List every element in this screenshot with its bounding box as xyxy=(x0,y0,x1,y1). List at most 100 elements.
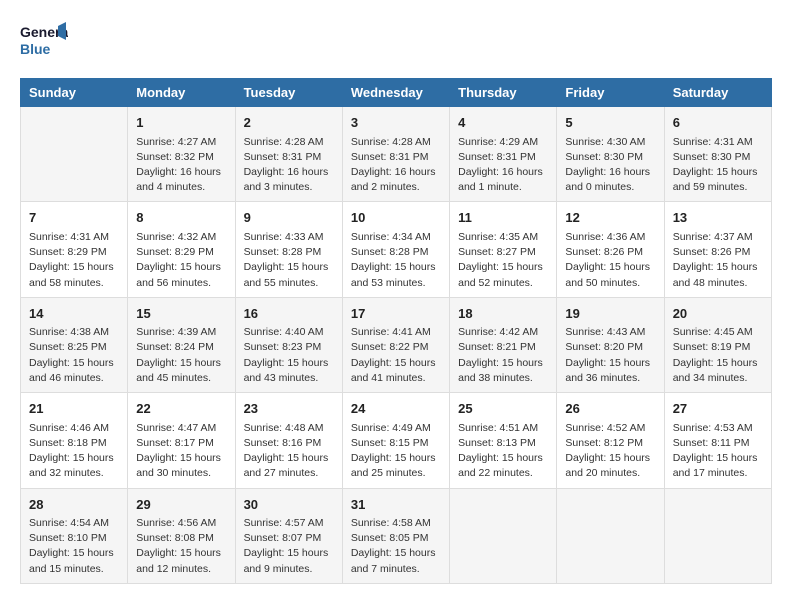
day-number: 31 xyxy=(351,495,441,515)
day-number: 18 xyxy=(458,304,548,324)
day-detail: Sunrise: 4:54 AMSunset: 8:10 PMDaylight:… xyxy=(29,516,119,577)
calendar-cell: 8Sunrise: 4:32 AMSunset: 8:29 PMDaylight… xyxy=(128,202,235,297)
calendar-cell: 28Sunrise: 4:54 AMSunset: 8:10 PMDayligh… xyxy=(21,488,128,583)
calendar-cell: 31Sunrise: 4:58 AMSunset: 8:05 PMDayligh… xyxy=(342,488,449,583)
calendar-cell: 24Sunrise: 4:49 AMSunset: 8:15 PMDayligh… xyxy=(342,393,449,488)
day-detail: Sunrise: 4:34 AMSunset: 8:28 PMDaylight:… xyxy=(351,230,441,291)
calendar-cell: 5Sunrise: 4:30 AMSunset: 8:30 PMDaylight… xyxy=(557,107,664,202)
calendar-week-3: 14Sunrise: 4:38 AMSunset: 8:25 PMDayligh… xyxy=(21,297,772,392)
header-row: SundayMondayTuesdayWednesdayThursdayFrid… xyxy=(21,79,772,107)
calendar-cell xyxy=(450,488,557,583)
day-number: 13 xyxy=(673,208,763,228)
day-number: 22 xyxy=(136,399,226,419)
calendar-cell: 19Sunrise: 4:43 AMSunset: 8:20 PMDayligh… xyxy=(557,297,664,392)
day-detail: Sunrise: 4:28 AMSunset: 8:31 PMDaylight:… xyxy=(351,135,441,196)
day-number: 5 xyxy=(565,113,655,133)
calendar-cell: 3Sunrise: 4:28 AMSunset: 8:31 PMDaylight… xyxy=(342,107,449,202)
day-detail: Sunrise: 4:52 AMSunset: 8:12 PMDaylight:… xyxy=(565,421,655,482)
calendar-cell xyxy=(21,107,128,202)
day-detail: Sunrise: 4:45 AMSunset: 8:19 PMDaylight:… xyxy=(673,325,763,386)
day-detail: Sunrise: 4:28 AMSunset: 8:31 PMDaylight:… xyxy=(244,135,334,196)
day-number: 24 xyxy=(351,399,441,419)
day-detail: Sunrise: 4:53 AMSunset: 8:11 PMDaylight:… xyxy=(673,421,763,482)
calendar-cell xyxy=(664,488,771,583)
day-detail: Sunrise: 4:56 AMSunset: 8:08 PMDaylight:… xyxy=(136,516,226,577)
day-number: 3 xyxy=(351,113,441,133)
column-header-tuesday: Tuesday xyxy=(235,79,342,107)
calendar-week-1: 1Sunrise: 4:27 AMSunset: 8:32 PMDaylight… xyxy=(21,107,772,202)
day-number: 23 xyxy=(244,399,334,419)
day-number: 20 xyxy=(673,304,763,324)
day-detail: Sunrise: 4:36 AMSunset: 8:26 PMDaylight:… xyxy=(565,230,655,291)
day-number: 11 xyxy=(458,208,548,228)
day-detail: Sunrise: 4:43 AMSunset: 8:20 PMDaylight:… xyxy=(565,325,655,386)
day-number: 10 xyxy=(351,208,441,228)
day-detail: Sunrise: 4:58 AMSunset: 8:05 PMDaylight:… xyxy=(351,516,441,577)
calendar-cell: 16Sunrise: 4:40 AMSunset: 8:23 PMDayligh… xyxy=(235,297,342,392)
calendar-cell: 22Sunrise: 4:47 AMSunset: 8:17 PMDayligh… xyxy=(128,393,235,488)
day-number: 7 xyxy=(29,208,119,228)
svg-text:Blue: Blue xyxy=(20,41,51,57)
day-number: 15 xyxy=(136,304,226,324)
day-detail: Sunrise: 4:41 AMSunset: 8:22 PMDaylight:… xyxy=(351,325,441,386)
calendar-cell: 1Sunrise: 4:27 AMSunset: 8:32 PMDaylight… xyxy=(128,107,235,202)
day-detail: Sunrise: 4:42 AMSunset: 8:21 PMDaylight:… xyxy=(458,325,548,386)
day-number: 16 xyxy=(244,304,334,324)
calendar-cell: 30Sunrise: 4:57 AMSunset: 8:07 PMDayligh… xyxy=(235,488,342,583)
logo: General Blue xyxy=(20,20,68,62)
day-number: 29 xyxy=(136,495,226,515)
day-detail: Sunrise: 4:27 AMSunset: 8:32 PMDaylight:… xyxy=(136,135,226,196)
day-detail: Sunrise: 4:49 AMSunset: 8:15 PMDaylight:… xyxy=(351,421,441,482)
day-detail: Sunrise: 4:38 AMSunset: 8:25 PMDaylight:… xyxy=(29,325,119,386)
day-number: 25 xyxy=(458,399,548,419)
day-number: 8 xyxy=(136,208,226,228)
day-number: 4 xyxy=(458,113,548,133)
day-number: 21 xyxy=(29,399,119,419)
day-number: 17 xyxy=(351,304,441,324)
day-number: 6 xyxy=(673,113,763,133)
calendar-cell: 26Sunrise: 4:52 AMSunset: 8:12 PMDayligh… xyxy=(557,393,664,488)
day-detail: Sunrise: 4:46 AMSunset: 8:18 PMDaylight:… xyxy=(29,421,119,482)
day-detail: Sunrise: 4:48 AMSunset: 8:16 PMDaylight:… xyxy=(244,421,334,482)
column-header-friday: Friday xyxy=(557,79,664,107)
day-number: 14 xyxy=(29,304,119,324)
calendar-cell: 12Sunrise: 4:36 AMSunset: 8:26 PMDayligh… xyxy=(557,202,664,297)
day-number: 19 xyxy=(565,304,655,324)
column-header-monday: Monday xyxy=(128,79,235,107)
calendar-cell: 13Sunrise: 4:37 AMSunset: 8:26 PMDayligh… xyxy=(664,202,771,297)
calendar-cell: 17Sunrise: 4:41 AMSunset: 8:22 PMDayligh… xyxy=(342,297,449,392)
day-detail: Sunrise: 4:40 AMSunset: 8:23 PMDaylight:… xyxy=(244,325,334,386)
day-detail: Sunrise: 4:35 AMSunset: 8:27 PMDaylight:… xyxy=(458,230,548,291)
calendar-cell: 21Sunrise: 4:46 AMSunset: 8:18 PMDayligh… xyxy=(21,393,128,488)
day-number: 27 xyxy=(673,399,763,419)
day-detail: Sunrise: 4:39 AMSunset: 8:24 PMDaylight:… xyxy=(136,325,226,386)
calendar-cell: 14Sunrise: 4:38 AMSunset: 8:25 PMDayligh… xyxy=(21,297,128,392)
calendar-cell: 9Sunrise: 4:33 AMSunset: 8:28 PMDaylight… xyxy=(235,202,342,297)
day-detail: Sunrise: 4:32 AMSunset: 8:29 PMDaylight:… xyxy=(136,230,226,291)
calendar-cell xyxy=(557,488,664,583)
day-detail: Sunrise: 4:31 AMSunset: 8:30 PMDaylight:… xyxy=(673,135,763,196)
day-detail: Sunrise: 4:31 AMSunset: 8:29 PMDaylight:… xyxy=(29,230,119,291)
calendar-table: SundayMondayTuesdayWednesdayThursdayFrid… xyxy=(20,78,772,584)
calendar-cell: 29Sunrise: 4:56 AMSunset: 8:08 PMDayligh… xyxy=(128,488,235,583)
column-header-saturday: Saturday xyxy=(664,79,771,107)
calendar-cell: 10Sunrise: 4:34 AMSunset: 8:28 PMDayligh… xyxy=(342,202,449,297)
day-detail: Sunrise: 4:37 AMSunset: 8:26 PMDaylight:… xyxy=(673,230,763,291)
calendar-cell: 6Sunrise: 4:31 AMSunset: 8:30 PMDaylight… xyxy=(664,107,771,202)
calendar-cell: 7Sunrise: 4:31 AMSunset: 8:29 PMDaylight… xyxy=(21,202,128,297)
day-number: 1 xyxy=(136,113,226,133)
calendar-week-2: 7Sunrise: 4:31 AMSunset: 8:29 PMDaylight… xyxy=(21,202,772,297)
column-header-thursday: Thursday xyxy=(450,79,557,107)
calendar-cell: 18Sunrise: 4:42 AMSunset: 8:21 PMDayligh… xyxy=(450,297,557,392)
calendar-cell: 4Sunrise: 4:29 AMSunset: 8:31 PMDaylight… xyxy=(450,107,557,202)
day-number: 26 xyxy=(565,399,655,419)
day-detail: Sunrise: 4:47 AMSunset: 8:17 PMDaylight:… xyxy=(136,421,226,482)
calendar-week-5: 28Sunrise: 4:54 AMSunset: 8:10 PMDayligh… xyxy=(21,488,772,583)
column-header-sunday: Sunday xyxy=(21,79,128,107)
calendar-week-4: 21Sunrise: 4:46 AMSunset: 8:18 PMDayligh… xyxy=(21,393,772,488)
calendar-cell: 15Sunrise: 4:39 AMSunset: 8:24 PMDayligh… xyxy=(128,297,235,392)
logo-svg: General Blue xyxy=(20,20,68,62)
day-detail: Sunrise: 4:33 AMSunset: 8:28 PMDaylight:… xyxy=(244,230,334,291)
calendar-cell: 25Sunrise: 4:51 AMSunset: 8:13 PMDayligh… xyxy=(450,393,557,488)
day-detail: Sunrise: 4:29 AMSunset: 8:31 PMDaylight:… xyxy=(458,135,548,196)
